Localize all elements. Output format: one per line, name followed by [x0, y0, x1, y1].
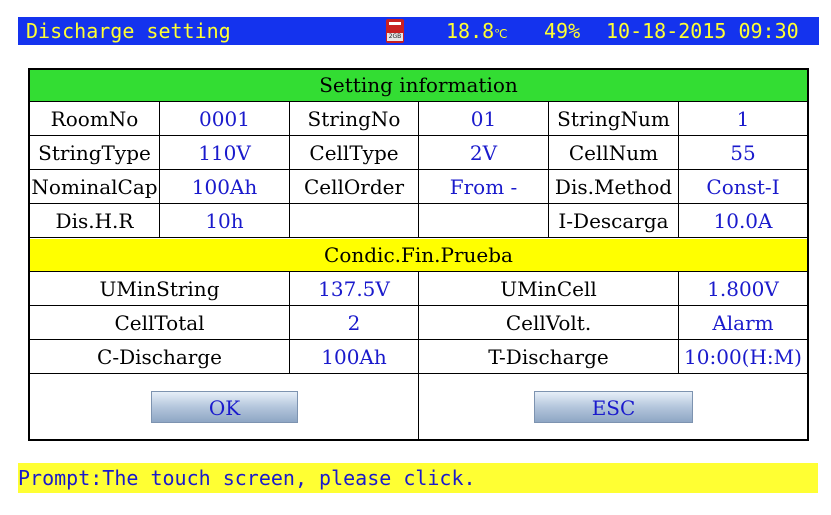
- page-title: Discharge setting: [26, 19, 231, 43]
- end-condition-value-r1c3[interactable]: Alarm: [679, 306, 807, 340]
- sd-card-stripe: [389, 22, 401, 25]
- setting-label-r3c2: [290, 204, 419, 238]
- temperature-unit: ℃: [494, 27, 508, 41]
- setting-value-r1c5[interactable]: 55: [679, 136, 807, 170]
- setting-label-r1c2: CellType: [290, 136, 419, 170]
- setting-value-r0c3[interactable]: 01: [419, 102, 549, 136]
- setting-label-r2c4: Dis.Method: [549, 170, 679, 204]
- end-condition-label-r0c0: UMinString: [30, 272, 290, 306]
- battery-level: 49%: [544, 19, 581, 43]
- end-condition-value-r2c3[interactable]: 10:00(H:M): [679, 340, 807, 374]
- end-condition-label-r2c0: C-Discharge: [30, 340, 290, 374]
- status-bar: Discharge setting 2GB 18.8℃ 49% 10-18-20…: [18, 17, 819, 45]
- end-condition-label-r1c2: CellVolt.: [419, 306, 679, 340]
- end-condition-header: Condic.Fin.Prueba: [30, 239, 807, 272]
- end-condition-label-r0c2: UMinCell: [419, 272, 679, 306]
- end-condition-value-r2c1[interactable]: 100Ah: [290, 340, 419, 374]
- setting-label-r3c0: Dis.H.R: [30, 204, 160, 238]
- setting-value-r3c1[interactable]: 10h: [160, 204, 290, 238]
- setting-label-r3c4: I-Descarga: [549, 204, 679, 238]
- ok-button[interactable]: OK: [151, 391, 298, 423]
- date-time: 10-18-2015 09:30: [606, 19, 799, 43]
- setting-value-r2c5[interactable]: Const-I: [679, 170, 807, 204]
- prompt-bar: Prompt:The touch screen, please click.: [18, 463, 818, 493]
- setting-value-r1c1[interactable]: 110V: [160, 136, 290, 170]
- end-condition-value-r0c3[interactable]: 1.800V: [679, 272, 807, 306]
- sd-card-label: 2GB: [387, 33, 403, 41]
- end-condition-value-r1c1[interactable]: 2: [290, 306, 419, 340]
- settings-panel: Setting information RoomNo 0001 StringNo 01…: [28, 68, 809, 441]
- setting-value-r3c5[interactable]: 10.0A: [679, 204, 807, 238]
- setting-value-r1c3[interactable]: 2V: [419, 136, 549, 170]
- setting-label-r2c0: NominalCap: [30, 170, 160, 204]
- setting-value-r2c1[interactable]: 100Ah: [160, 170, 290, 204]
- esc-button-area: ESC: [419, 374, 807, 441]
- ok-button-area: OK: [30, 374, 419, 441]
- setting-information-header: Setting information: [30, 70, 807, 102]
- setting-value-r0c1[interactable]: 0001: [160, 102, 290, 136]
- setting-label-r1c4: CellNum: [549, 136, 679, 170]
- temperature-readout: 18.8℃: [446, 19, 508, 43]
- setting-label-r2c2: CellOrder: [290, 170, 419, 204]
- setting-value-r2c3[interactable]: From -: [419, 170, 549, 204]
- setting-label-r0c0: RoomNo: [30, 102, 160, 136]
- esc-button[interactable]: ESC: [534, 391, 693, 423]
- sd-card-icon: 2GB: [386, 19, 404, 43]
- end-condition-value-r0c1[interactable]: 137.5V: [290, 272, 419, 306]
- setting-value-r0c5[interactable]: 1: [679, 102, 807, 136]
- temperature-value: 18.8: [446, 19, 495, 43]
- setting-label-r1c0: StringType: [30, 136, 160, 170]
- end-condition-label-r1c0: CellTotal: [30, 306, 290, 340]
- setting-label-r0c2: StringNo: [290, 102, 419, 136]
- setting-label-r0c4: StringNum: [549, 102, 679, 136]
- end-condition-label-r2c2: T-Discharge: [419, 340, 679, 374]
- setting-value-r3c3[interactable]: [419, 204, 549, 238]
